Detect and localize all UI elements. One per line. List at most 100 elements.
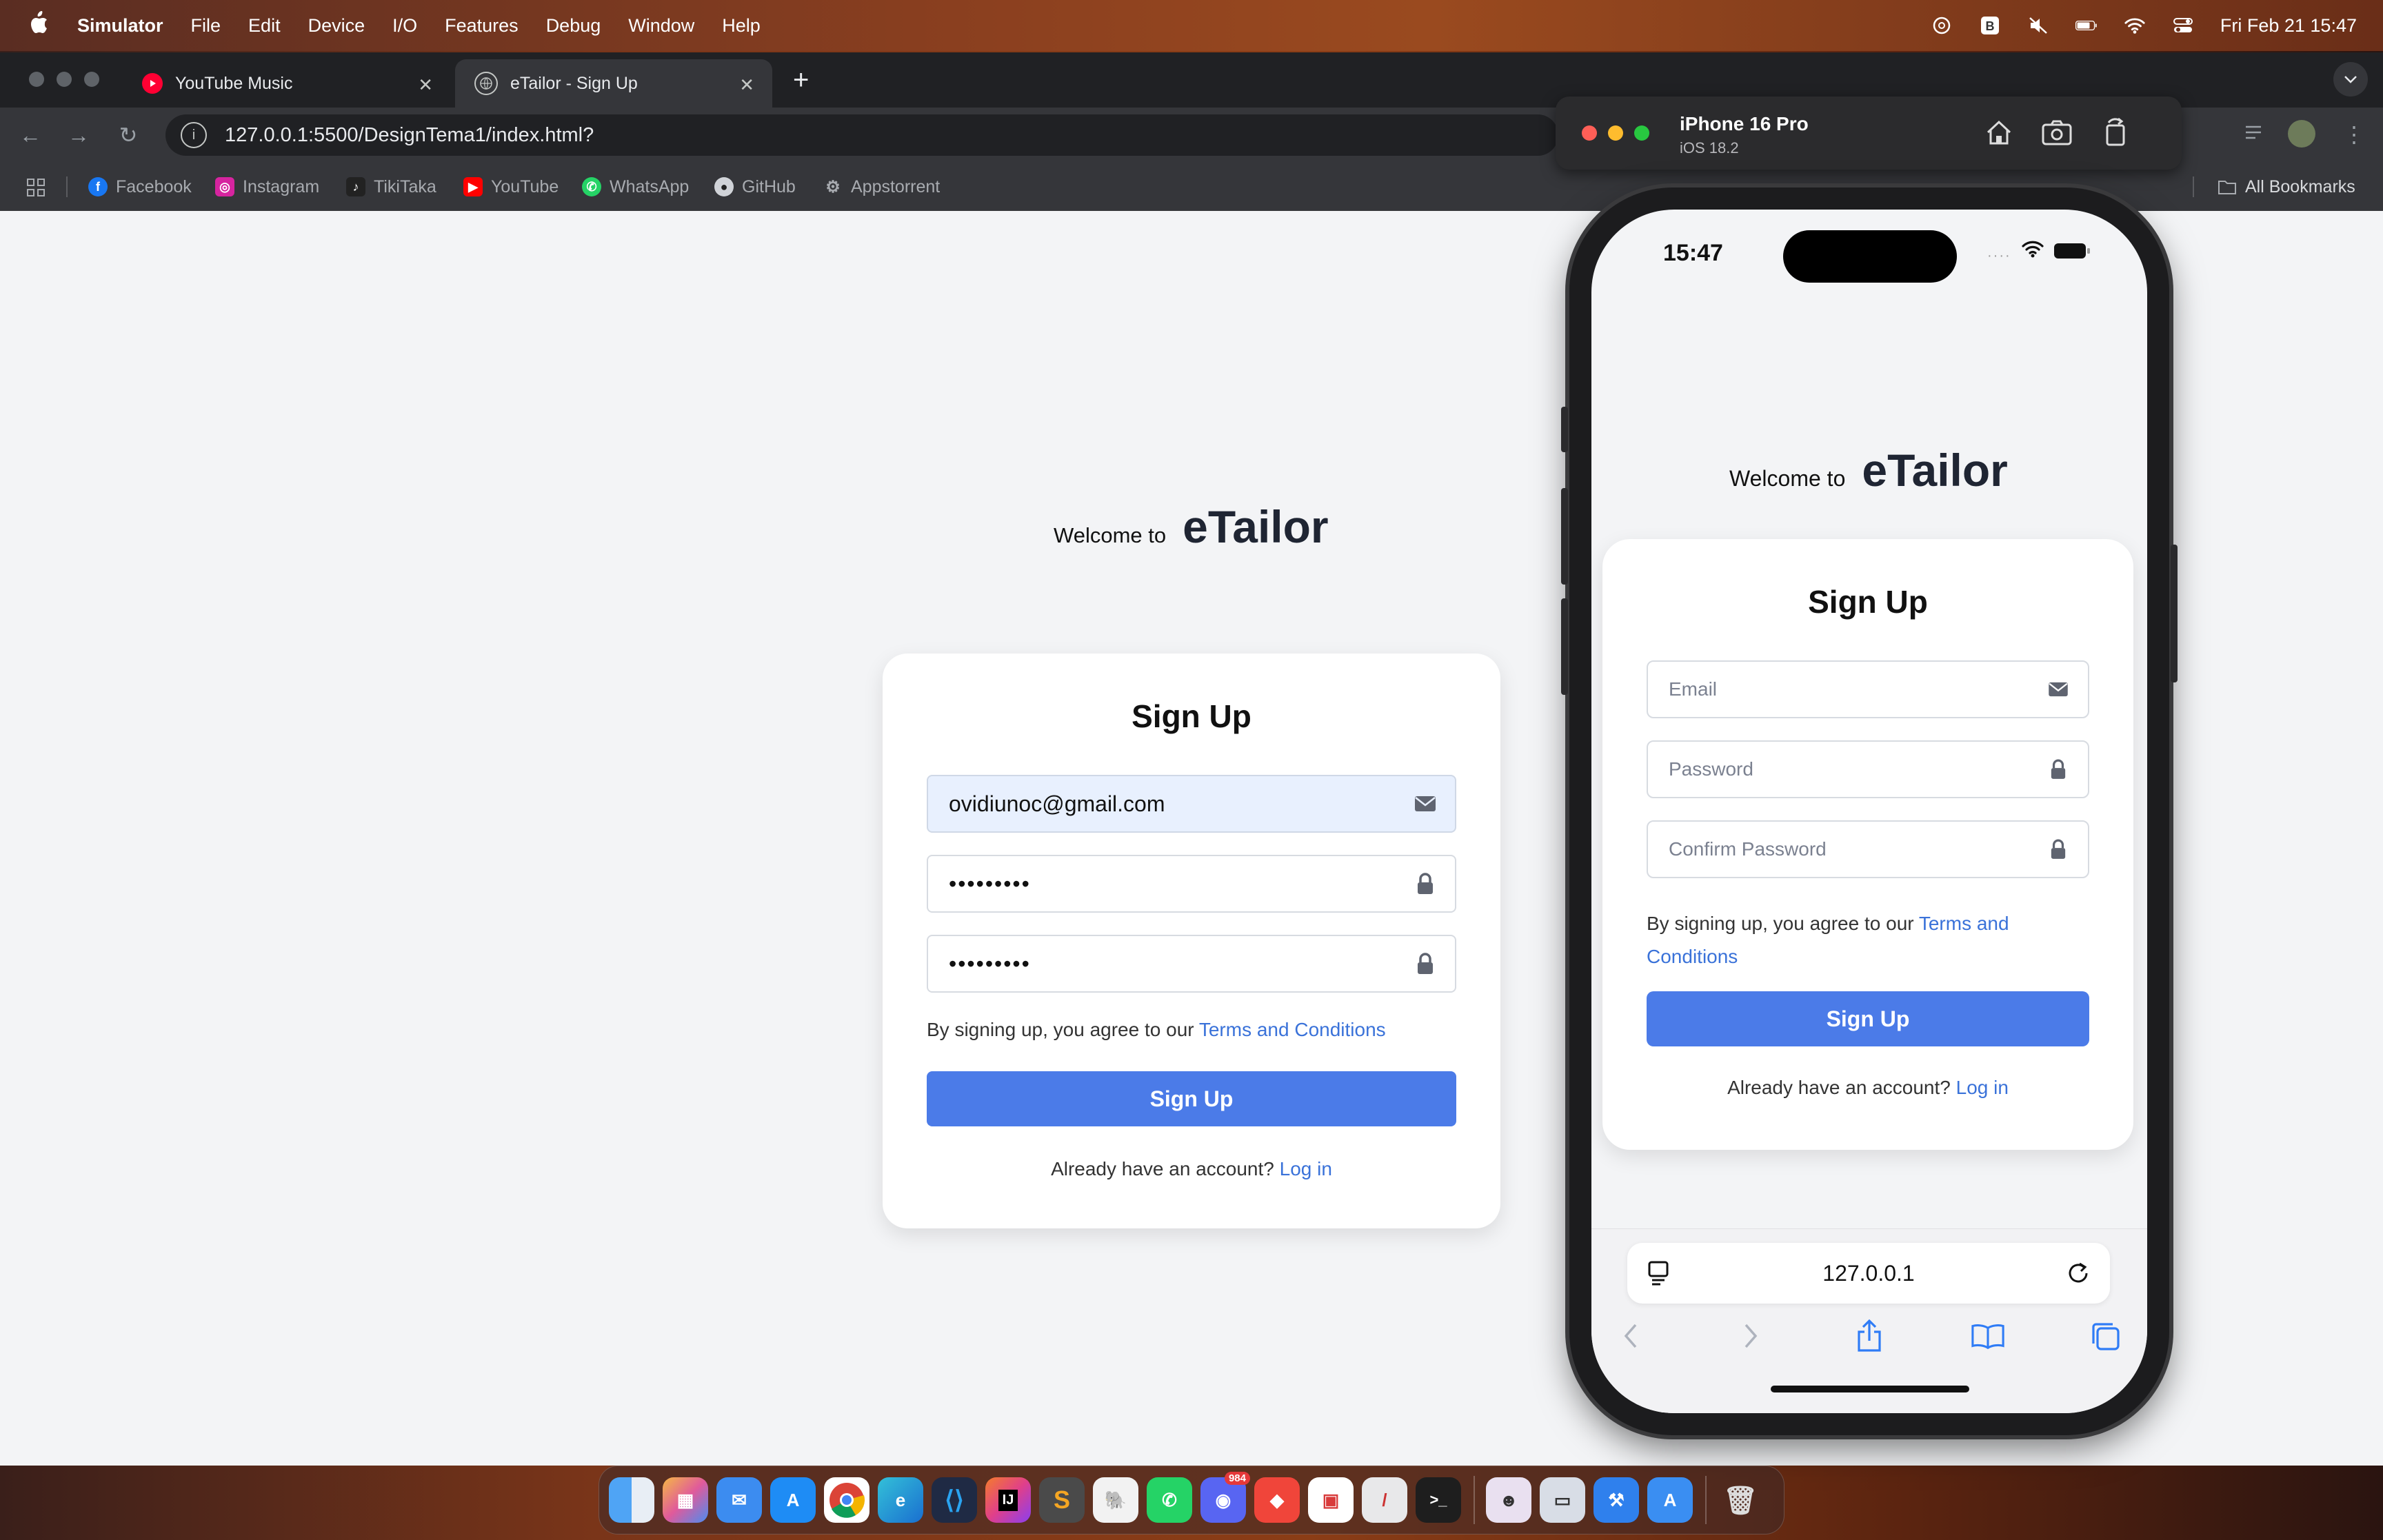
window-close-button[interactable] — [29, 72, 44, 87]
edge-icon[interactable]: e — [878, 1477, 923, 1523]
bookmark-facebook[interactable]: f Facebook — [88, 175, 192, 199]
bookmark-whatsapp[interactable]: ✆ WhatsApp — [582, 175, 689, 199]
tab-close-icon[interactable]: ✕ — [418, 74, 433, 96]
vscode-icon[interactable]: ⟨⟩ — [932, 1477, 977, 1523]
safari-address-bar[interactable]: 127.0.0.1 — [1627, 1243, 2110, 1304]
bookmark-tikitaka[interactable]: ♪ TikiTaka — [346, 175, 436, 199]
developer-app-icon[interactable]: A — [1647, 1477, 1693, 1523]
tab-youtube-music[interactable]: YouTube Music ✕ — [123, 59, 451, 108]
email-field[interactable]: ovidiunoc@gmail.com — [927, 775, 1456, 833]
volume-up-button[interactable] — [1561, 488, 1568, 585]
safari-forward-icon[interactable] — [1733, 1319, 1768, 1353]
email-field[interactable]: Email — [1647, 660, 2089, 718]
screenshot-icon[interactable] — [2041, 119, 2073, 150]
login-link[interactable]: Log in — [1956, 1077, 2009, 1098]
simulator-window-icon[interactable]: ▭ — [1540, 1477, 1585, 1523]
window-zoom-button[interactable] — [84, 72, 99, 87]
reload-icon[interactable] — [2066, 1259, 2091, 1293]
forward-arrow-icon[interactable]: → — [65, 121, 92, 149]
share-icon[interactable] — [1852, 1319, 1887, 1353]
discord-icon[interactable]: ◉ 984 — [1200, 1472, 1250, 1523]
whatsapp-icon[interactable]: ✆ — [1147, 1477, 1192, 1523]
menu-clock[interactable]: Fri Feb 21 15:47 — [2220, 15, 2357, 37]
password-value[interactable]: ••••••••• — [928, 871, 1414, 897]
url-text[interactable]: 127.0.0.1:5500/DesignTema1/index.html? — [225, 124, 594, 147]
terms-link[interactable]: Terms and — [1919, 913, 2009, 934]
action-button[interactable] — [1561, 407, 1568, 452]
sim-minimize-button[interactable] — [1608, 125, 1623, 141]
rotate-icon[interactable] — [2102, 117, 2129, 150]
tabs-icon[interactable] — [2088, 1319, 2122, 1353]
confirm-password-placeholder[interactable]: Confirm Password — [1648, 838, 2047, 860]
tab-etailor[interactable]: eTailor - Sign Up ✕ — [455, 59, 772, 108]
mute-icon[interactable] — [2027, 16, 2049, 35]
wifi-icon[interactable] — [2124, 16, 2146, 35]
remote-desktop-icon[interactable]: ▣ — [1308, 1477, 1354, 1523]
launchpad-icon[interactable]: ▦ — [663, 1477, 708, 1523]
site-info-icon[interactable]: i — [181, 122, 207, 148]
trash-icon[interactable]: 🗑 — [1718, 1477, 1763, 1523]
chrome-icon[interactable] — [824, 1477, 869, 1523]
email-value[interactable]: ovidiunoc@gmail.com — [928, 791, 1414, 817]
xcode-instruments-icon[interactable]: / — [1362, 1477, 1407, 1523]
battery-icon[interactable] — [2075, 16, 2098, 35]
terminal-icon[interactable]: >_ — [1416, 1477, 1461, 1523]
bookmarks-icon[interactable] — [1971, 1319, 2005, 1353]
safari-back-icon[interactable] — [1613, 1319, 1648, 1353]
email-placeholder[interactable]: Email — [1648, 678, 2047, 700]
confirm-password-field[interactable]: ••••••••• — [927, 935, 1456, 993]
control-center-icon[interactable] — [2172, 16, 2194, 35]
terms-link[interactable]: Conditions — [1647, 946, 1738, 967]
bookmark-github[interactable]: ● GitHub — [714, 175, 796, 199]
more-menu-icon[interactable]: ⋮ — [2343, 121, 2365, 148]
menu-help[interactable]: Help — [722, 15, 761, 37]
password-placeholder[interactable]: Password — [1648, 758, 2047, 780]
menu-app-name[interactable]: Simulator — [77, 15, 163, 37]
back-arrow-icon[interactable]: ← — [17, 121, 44, 149]
intellij-icon[interactable]: IJ — [985, 1477, 1031, 1523]
terms-link[interactable]: Terms and Conditions — [1199, 1019, 1386, 1040]
bookmark-instagram[interactable]: ◎ Instagram — [215, 175, 319, 199]
profile-avatar[interactable] — [2288, 120, 2315, 148]
bitdefender-icon[interactable]: B — [1979, 16, 2001, 35]
reading-list-icon[interactable] — [2242, 120, 2267, 148]
reload-icon[interactable]: ↻ — [114, 121, 142, 149]
home-indicator[interactable] — [1771, 1386, 1969, 1392]
finder-icon[interactable] — [609, 1477, 654, 1523]
volume-down-button[interactable] — [1561, 598, 1568, 695]
anydesk-icon[interactable]: ◆ — [1254, 1477, 1300, 1523]
tab-search-button[interactable] — [2333, 62, 2368, 97]
confirm-password-field[interactable]: Confirm Password — [1647, 820, 2089, 878]
page-menu-icon[interactable] — [1647, 1259, 1671, 1293]
menu-edit[interactable]: Edit — [248, 15, 281, 37]
xcode-icon[interactable]: ⚒ — [1593, 1477, 1639, 1523]
menu-io[interactable]: I/O — [392, 15, 417, 37]
tab-close-icon[interactable]: ✕ — [739, 74, 754, 96]
menu-window[interactable]: Window — [628, 15, 694, 37]
password-field[interactable]: ••••••••• — [927, 855, 1456, 913]
address-bar[interactable]: i 127.0.0.1:5500/DesignTema1/index.html? — [165, 114, 1558, 156]
mascot-app-icon[interactable]: ☻ — [1486, 1477, 1531, 1523]
sim-zoom-button[interactable] — [1634, 125, 1649, 141]
tableplus-icon[interactable]: 🐘 — [1093, 1477, 1138, 1523]
all-bookmarks[interactable]: All Bookmarks — [2218, 175, 2355, 199]
bookmark-appstorrent[interactable]: ⚙ Appstorrent — [823, 175, 940, 199]
app-store-icon[interactable]: A — [770, 1477, 816, 1523]
password-field[interactable]: Password — [1647, 740, 2089, 798]
apple-icon[interactable] — [26, 11, 51, 40]
home-icon[interactable] — [1984, 119, 2013, 150]
login-link[interactable]: Log in — [1280, 1158, 1332, 1179]
window-minimize-button[interactable] — [57, 72, 72, 87]
mail-icon[interactable]: ✉ — [716, 1477, 762, 1523]
confirm-password-value[interactable]: ••••••••• — [928, 951, 1414, 977]
menu-device[interactable]: Device — [308, 15, 365, 37]
menu-features[interactable]: Features — [445, 15, 519, 37]
signup-button[interactable]: Sign Up — [927, 1071, 1456, 1126]
safari-url[interactable]: 127.0.0.1 — [1822, 1261, 1914, 1286]
new-tab-button[interactable]: + — [793, 65, 809, 96]
power-button[interactable] — [2171, 545, 2178, 682]
apps-grid-icon[interactable] — [26, 178, 46, 201]
signup-button[interactable]: Sign Up — [1647, 991, 2089, 1046]
bookmark-youtube[interactable]: ▶ YouTube — [463, 175, 559, 199]
menu-file[interactable]: File — [191, 15, 221, 37]
